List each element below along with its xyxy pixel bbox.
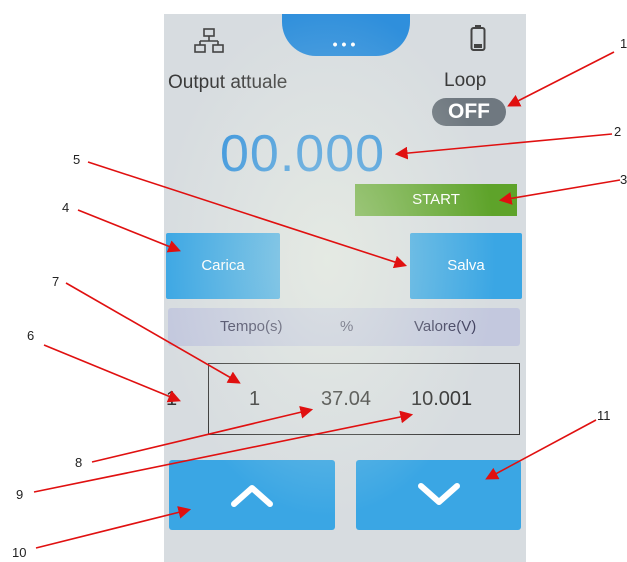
callout-arrow-4 (77, 209, 181, 253)
callout-arrow-7 (65, 282, 241, 384)
callout-8: 8 (75, 455, 83, 470)
callout-arrows (33, 51, 621, 549)
callout-7: 7 (52, 274, 60, 289)
callout-arrow-5 (87, 161, 408, 269)
callout-11: 11 (597, 408, 611, 423)
callout-3: 3 (620, 172, 627, 187)
callout-6: 6 (27, 328, 35, 343)
callout-arrow-6 (43, 344, 181, 403)
callout-5: 5 (73, 152, 81, 167)
callout-9: 9 (16, 487, 24, 502)
callout-10: 10 (12, 545, 27, 560)
callout-arrow-8 (91, 406, 314, 463)
callout-arrow-3 (498, 179, 621, 205)
callout-4: 4 (62, 200, 70, 215)
callout-arrow-9 (33, 410, 414, 493)
callout-arrow-11 (485, 419, 597, 480)
callout-2: 2 (614, 124, 622, 139)
callout-1: 1 (620, 36, 627, 51)
callout-arrow-1 (507, 51, 615, 107)
callout-arrow-2 (394, 133, 613, 160)
callout-arrow-10 (35, 506, 192, 549)
